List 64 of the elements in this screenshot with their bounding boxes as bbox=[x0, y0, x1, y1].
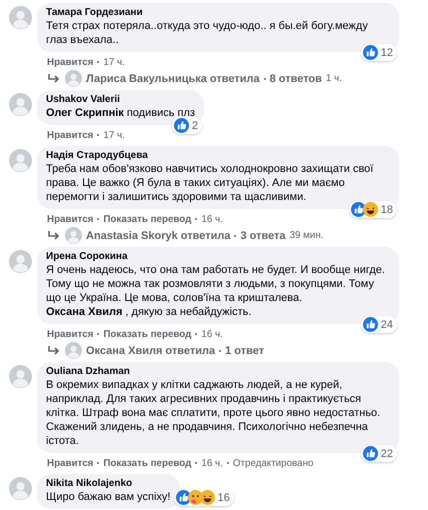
avatar[interactable] bbox=[9, 149, 32, 172]
reply-arrow-icon bbox=[47, 72, 61, 84]
action-link[interactable]: Нравится bbox=[47, 328, 94, 340]
reaction-count: 16 bbox=[218, 492, 230, 504]
avatar[interactable] bbox=[9, 250, 32, 273]
action-link[interactable]: Нравится bbox=[47, 214, 94, 224]
reaction-count: 2 bbox=[192, 120, 198, 132]
reactions-badge[interactable]: 16 bbox=[174, 489, 234, 506]
comment-author[interactable]: Nikita Nikolajenko bbox=[46, 478, 170, 490]
action-link[interactable]: Показать перевод bbox=[103, 328, 192, 340]
laughing-face-icon bbox=[362, 202, 378, 217]
avatar[interactable] bbox=[65, 70, 82, 87]
action-link[interactable]: Нравится bbox=[47, 56, 94, 68]
reply-time: 39 мин. bbox=[290, 230, 324, 241]
avatar[interactable] bbox=[65, 342, 82, 359]
avatar[interactable] bbox=[65, 227, 82, 244]
comment-text: Тетя страх потеряла..откуда это чудо-юдо.. я бы.ей богу.между глаз въехала.. bbox=[46, 19, 369, 47]
action-link[interactable]: Нравится bbox=[47, 458, 94, 468]
comment-author[interactable]: Тамара Гордезиани bbox=[46, 7, 390, 19]
action-link[interactable]: Показать перевод bbox=[103, 458, 192, 468]
comment-time[interactable]: 16 ч. bbox=[201, 458, 223, 468]
comment-text: Щиро бажаю вам успіху! bbox=[46, 490, 170, 504]
reply-time: 1 ч. bbox=[326, 73, 342, 84]
comment-time[interactable]: 16 ч. bbox=[201, 328, 223, 340]
reply-count[interactable]: 8 ответов bbox=[270, 72, 322, 84]
reactions-badge[interactable]: 12 bbox=[360, 44, 397, 61]
laughing-face-icon bbox=[200, 490, 214, 505]
reaction-count: 18 bbox=[380, 204, 393, 216]
comment-text: Олег Скрипнік подивись плз bbox=[46, 106, 195, 120]
action-link[interactable]: Показать перевод bbox=[103, 214, 192, 224]
like-icon bbox=[362, 317, 378, 332]
reactions-badge[interactable]: 2 bbox=[172, 117, 202, 134]
avatar[interactable] bbox=[9, 477, 32, 500]
reactions-badge[interactable]: 18 bbox=[348, 201, 397, 218]
comment-time[interactable]: 17 ч. bbox=[103, 56, 125, 68]
reply-arrow-icon bbox=[47, 344, 61, 356]
comment-author[interactable]: Надія Стародубцева bbox=[46, 150, 390, 162]
reaction-count: 22 bbox=[380, 448, 393, 460]
like-icon bbox=[362, 446, 378, 461]
comment-author[interactable]: Ouliana Dzhaman bbox=[46, 366, 390, 378]
reply-arrow-icon bbox=[47, 230, 61, 242]
avatar[interactable] bbox=[9, 93, 32, 116]
reaction-count: 12 bbox=[380, 46, 393, 58]
reactions-badge[interactable]: 22 bbox=[360, 445, 397, 462]
comment-time[interactable]: 16 ч. bbox=[201, 214, 223, 224]
like-icon bbox=[362, 45, 378, 60]
replies-link[interactable]: Лариса Вакульницька ответила bbox=[86, 72, 260, 84]
reply-count[interactable]: 3 ответа bbox=[240, 230, 286, 242]
replies-link[interactable]: Оксана Хвиля ответила bbox=[86, 344, 216, 356]
comment-text: Я очень надеюсь, что она там работать не будет. И вообще нигде. Тому що не можна так розмовляти з людьми, з покупцями. Тому що це Україна. Це мова, солов'їна та кришталева. Оксана Хвиля , дякую за небайдужість. bbox=[46, 263, 386, 319]
action-link[interactable]: Нравится bbox=[47, 130, 94, 140]
avatar[interactable] bbox=[9, 365, 32, 388]
reactions-badge[interactable]: 24 bbox=[360, 316, 397, 333]
reply-count[interactable]: 1 ответ bbox=[225, 344, 264, 356]
avatar[interactable] bbox=[9, 6, 32, 29]
comment-text: В окремих випадках у клітки саджають людей, а не курей, наприклад. Для таких агресивних продавчинь і практикується клітка. Штраф вона має сплатити, проте цього явно недостатньо. Скажений злидень, а не продавчиня. Психологічно небезпечна істота. bbox=[46, 378, 382, 448]
comment-author[interactable]: Ирена Сорокина bbox=[46, 251, 390, 263]
comment-author[interactable]: Ushakov Valerii bbox=[46, 94, 195, 106]
comment-time[interactable]: 17 ч. bbox=[103, 130, 125, 140]
reaction-count: 24 bbox=[380, 318, 393, 330]
comment-text: Треба нам обов'язково навчитись холоднокровно захищати свої права. Це важко (Я була в таких ситуаціях). Але ми маємо перемогти і залишитись здоровими та щасливими. bbox=[46, 162, 374, 204]
like-icon bbox=[174, 118, 189, 133]
replies-link[interactable]: Anastasia Skoryk ответила bbox=[86, 230, 230, 242]
edited-label: Отредактировано bbox=[232, 458, 314, 468]
